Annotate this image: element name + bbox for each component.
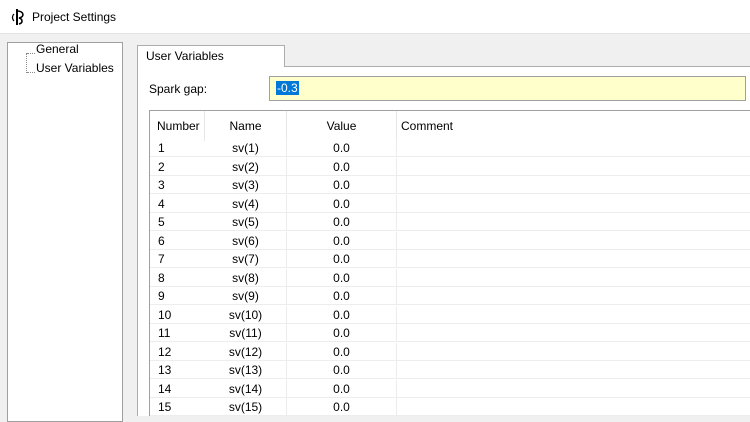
spark-gap-input[interactable]: -0.3 [269, 76, 746, 101]
cell-number[interactable]: 8 [150, 269, 205, 287]
table-row[interactable]: 8 sv(8) 0.0 [150, 268, 750, 287]
cell-value[interactable]: 0.0 [287, 250, 397, 268]
column-header-value[interactable]: Value [287, 111, 397, 141]
tree-connector [27, 53, 35, 54]
window-title: Project Settings [32, 10, 117, 24]
cell-value[interactable]: 0.0 [287, 287, 397, 305]
cell-name[interactable]: sv(5) [205, 213, 287, 231]
table-row[interactable]: 10 sv(10) 0.0 [150, 305, 750, 324]
cell-name[interactable]: sv(15) [205, 398, 287, 416]
cell-comment[interactable] [397, 361, 750, 379]
cell-name[interactable]: sv(14) [205, 379, 287, 398]
cell-number[interactable]: 9 [150, 287, 205, 305]
tab-user-variables[interactable]: User Variables [137, 45, 285, 67]
cell-number[interactable]: 3 [150, 176, 205, 194]
tab-label: User Variables [146, 49, 224, 63]
cell-comment[interactable] [397, 158, 750, 176]
app-icon [11, 9, 24, 25]
cell-name[interactable]: sv(9) [205, 287, 287, 305]
table-row[interactable]: 2 sv(2) 0.0 [150, 157, 750, 176]
spark-gap-value: -0.3 [276, 81, 299, 95]
cell-comment[interactable] [397, 195, 750, 213]
cell-value[interactable]: 0.0 [287, 176, 397, 194]
cell-comment[interactable] [397, 287, 750, 305]
cell-value[interactable]: 0.0 [287, 157, 397, 176]
table-row[interactable]: 9 sv(9) 0.0 [150, 287, 750, 305]
table-row[interactable]: 7 sv(7) 0.0 [150, 250, 750, 268]
cell-number[interactable]: 11 [150, 324, 205, 342]
cell-number[interactable]: 15 [150, 398, 205, 416]
cell-name[interactable]: sv(6) [205, 231, 287, 250]
cell-name[interactable]: sv(1) [205, 139, 287, 157]
cell-name[interactable]: sv(11) [205, 324, 287, 342]
cell-comment[interactable] [397, 324, 750, 342]
table-row[interactable]: 5 sv(5) 0.0 [150, 213, 750, 231]
cell-value[interactable]: 0.0 [287, 324, 397, 342]
tree-connector [26, 53, 27, 73]
tree-item-user-variables[interactable]: User Variables [36, 61, 114, 75]
cell-number[interactable]: 10 [150, 306, 205, 324]
cell-comment[interactable] [397, 343, 750, 361]
cell-value[interactable]: 0.0 [287, 398, 397, 416]
cell-name[interactable]: sv(4) [205, 194, 287, 213]
cell-number[interactable]: 12 [150, 343, 205, 361]
tree-item-general[interactable]: General [36, 42, 79, 56]
spark-gap-label: Spark gap: [149, 82, 208, 96]
tree-connector [27, 72, 35, 73]
cell-name[interactable]: sv(13) [205, 361, 287, 379]
table-row[interactable]: 13 sv(13) 0.0 [150, 361, 750, 379]
cell-value[interactable]: 0.0 [287, 231, 397, 250]
cell-number[interactable]: 1 [150, 139, 205, 157]
cell-comment[interactable] [397, 380, 750, 398]
table-header: Number Name Value Comment [150, 111, 750, 141]
table-row[interactable]: 4 sv(4) 0.0 [150, 194, 750, 213]
cell-number[interactable]: 2 [150, 158, 205, 176]
cell-value[interactable]: 0.0 [287, 342, 397, 361]
cell-value[interactable]: 0.0 [287, 139, 397, 157]
cell-name[interactable]: sv(12) [205, 342, 287, 361]
cell-comment[interactable] [397, 306, 750, 324]
column-header-number[interactable]: Number [150, 111, 205, 141]
cell-comment[interactable] [397, 232, 750, 250]
cell-name[interactable]: sv(8) [205, 268, 287, 287]
table-row[interactable]: 12 sv(12) 0.0 [150, 342, 750, 361]
cell-number[interactable]: 6 [150, 232, 205, 250]
cell-name[interactable]: sv(10) [205, 305, 287, 324]
cell-number[interactable]: 5 [150, 213, 205, 231]
cell-comment[interactable] [397, 176, 750, 194]
title-bar: Project Settings [0, 0, 750, 34]
cell-value[interactable]: 0.0 [287, 194, 397, 213]
table-row[interactable]: 11 sv(11) 0.0 [150, 324, 750, 342]
cell-number[interactable]: 4 [150, 195, 205, 213]
table-row[interactable]: 15 sv(15) 0.0 [150, 398, 750, 416]
cell-name[interactable]: sv(7) [205, 250, 287, 268]
cell-name[interactable]: sv(2) [205, 157, 287, 176]
column-header-comment[interactable]: Comment [397, 111, 750, 141]
cell-comment[interactable] [397, 250, 750, 268]
cell-comment[interactable] [397, 213, 750, 231]
cell-comment[interactable] [397, 269, 750, 287]
cell-value[interactable]: 0.0 [287, 268, 397, 287]
table-row[interactable]: 3 sv(3) 0.0 [150, 176, 750, 194]
column-header-name[interactable]: Name [205, 111, 287, 141]
cell-value[interactable]: 0.0 [287, 213, 397, 231]
cell-value[interactable]: 0.0 [287, 361, 397, 379]
cell-number[interactable]: 7 [150, 250, 205, 268]
table-row[interactable]: 1 sv(1) 0.0 [150, 139, 750, 157]
cell-comment[interactable] [397, 139, 750, 157]
user-variables-table: Number Name Value Comment 1 sv(1) 0.0 2 sv(2… [149, 110, 750, 416]
settings-tree: General User Variables [7, 42, 123, 422]
cell-comment[interactable] [397, 398, 750, 416]
cell-value[interactable]: 0.0 [287, 305, 397, 324]
cell-name[interactable]: sv(3) [205, 176, 287, 194]
cell-value[interactable]: 0.0 [287, 379, 397, 398]
table-row[interactable]: 14 sv(14) 0.0 [150, 379, 750, 398]
cell-number[interactable]: 14 [150, 380, 205, 398]
table-row[interactable]: 6 sv(6) 0.0 [150, 231, 750, 250]
cell-number[interactable]: 13 [150, 361, 205, 379]
